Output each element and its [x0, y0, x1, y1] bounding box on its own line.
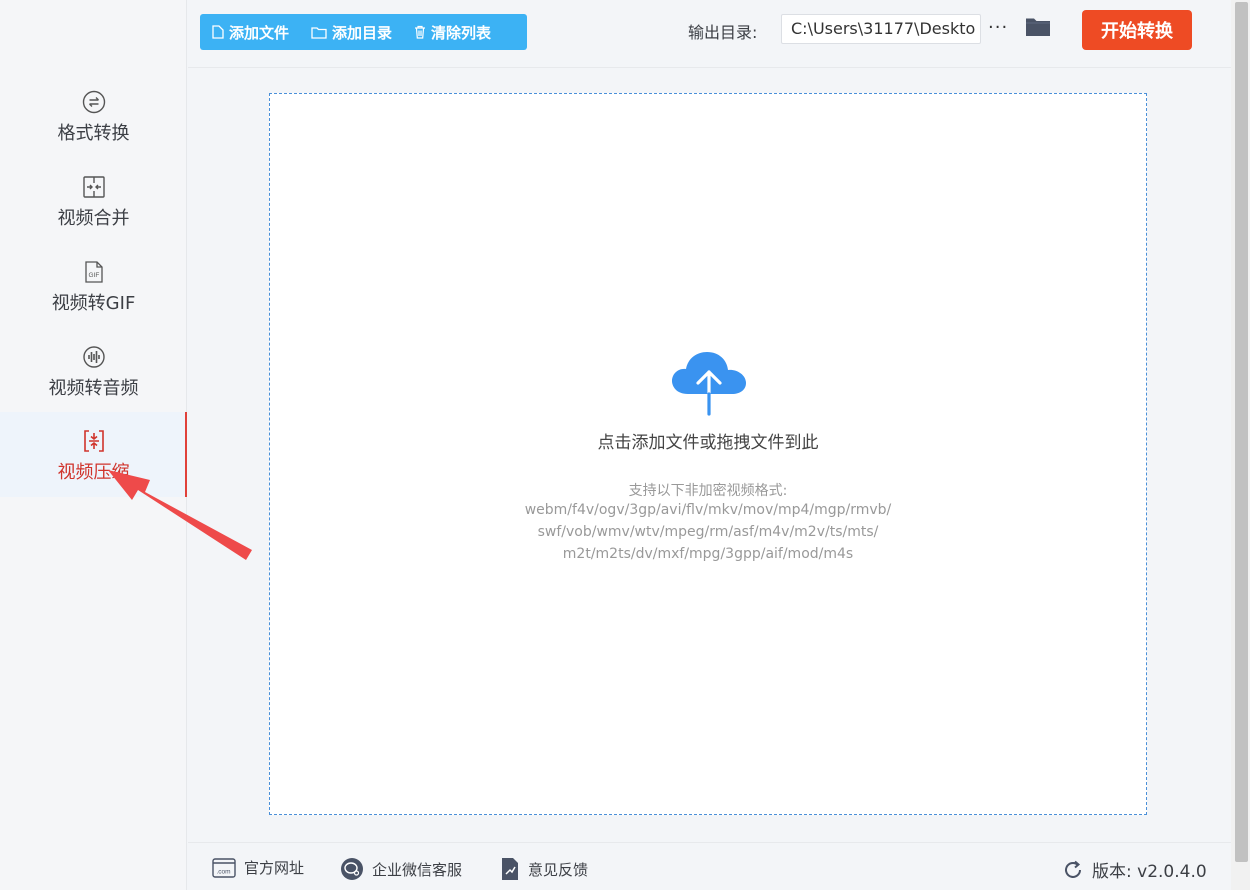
toolbar: 添加文件 添加目录 清除列表 输出目录: C:\Users\31177\Desk…	[188, 0, 1231, 68]
feedback-icon	[502, 858, 518, 880]
svg-text:.com: .com	[217, 868, 231, 875]
sidebar-item-format-convert[interactable]: 格式转换	[0, 85, 187, 170]
file-icon	[212, 25, 224, 39]
merge-icon	[81, 174, 107, 200]
feedback-link[interactable]: 意见反馈	[500, 857, 588, 881]
supported-formats-line: m2t/m2ts/dv/mxf/mpg/3gpp/aif/mod/m4s	[562, 546, 854, 562]
audio-icon	[81, 344, 107, 370]
start-convert-button[interactable]: 开始转换	[1082, 10, 1192, 50]
sidebar-item-label: 视频压缩	[57, 462, 130, 483]
version-label: 版本: v2.0.4.0	[1092, 862, 1207, 882]
sidebar-item-label: 视频合并	[57, 208, 130, 229]
folder-outline-icon	[311, 26, 327, 39]
gif-icon: GIF	[81, 259, 107, 285]
main-panel: 添加文件 添加目录 清除列表 输出目录: C:\Users\31177\Desk…	[188, 0, 1231, 890]
scrollbar-thumb[interactable]	[1235, 2, 1248, 862]
clear-list-label: 清除列表	[431, 23, 492, 42]
wechat-support-link[interactable]: 企业微信客服	[340, 857, 462, 881]
folder-icon[interactable]	[1025, 16, 1051, 42]
sidebar-item-video-merge[interactable]: 视频合并	[0, 170, 187, 255]
clear-list-button[interactable]: 清除列表	[414, 22, 491, 43]
add-directory-button[interactable]: 添加目录	[311, 22, 392, 43]
supported-formats-line: webm/f4v/ogv/3gp/avi/flv/mkv/mov/mp4/mgp…	[524, 502, 892, 518]
official-website-label: 官方网址	[244, 859, 305, 877]
footer-bar: .com 官方网址 企业微信客服 意见反馈 版本: v2.0.4.0	[188, 842, 1231, 890]
website-icon: .com	[212, 857, 236, 878]
wechat-support-label: 企业微信客服	[372, 860, 463, 879]
version-info[interactable]: 版本: v2.0.4.0	[1062, 857, 1207, 882]
file-button-group: 添加文件 添加目录 清除列表	[200, 14, 527, 50]
svg-text:GIF: GIF	[88, 272, 99, 279]
wechat-icon	[341, 858, 363, 880]
convert-icon	[81, 89, 107, 115]
sidebar: 格式转换 视频合并 GIF 视频转GIF 视频转音频 视频压缩	[0, 0, 187, 890]
supported-formats-line: swf/vob/wmv/wtv/mpeg/rm/asf/m4v/m2v/ts/m…	[537, 524, 879, 540]
cloud-upload-icon	[672, 352, 746, 416]
supported-formats-heading: 支持以下非加密视频格式:	[628, 483, 788, 499]
add-directory-label: 添加目录	[332, 23, 393, 42]
trash-icon	[415, 25, 426, 39]
drop-zone-title: 点击添加文件或拖拽文件到此	[597, 433, 819, 453]
sidebar-item-label: 视频转音频	[48, 378, 139, 399]
output-path-field[interactable]: C:\Users\31177\Deskto	[781, 14, 981, 44]
file-drop-zone[interactable]: 点击添加文件或拖拽文件到此 支持以下非加密视频格式: webm/f4v/ogv/…	[269, 93, 1147, 815]
compress-icon	[81, 428, 107, 454]
output-dir-label: 输出目录:	[688, 23, 758, 42]
official-website-link[interactable]: .com 官方网址	[212, 857, 304, 878]
more-options-button[interactable]: ···	[988, 17, 1008, 38]
refresh-icon	[1065, 860, 1081, 878]
sidebar-item-label: 格式转换	[57, 123, 130, 144]
sidebar-item-video-to-gif[interactable]: GIF 视频转GIF	[0, 255, 187, 340]
feedback-label: 意见反馈	[528, 860, 589, 879]
sidebar-item-label: 视频转GIF	[51, 293, 136, 314]
sidebar-item-video-compress[interactable]: 视频压缩	[0, 412, 187, 497]
add-file-button[interactable]: 添加文件	[212, 22, 289, 43]
add-file-label: 添加文件	[229, 23, 290, 42]
